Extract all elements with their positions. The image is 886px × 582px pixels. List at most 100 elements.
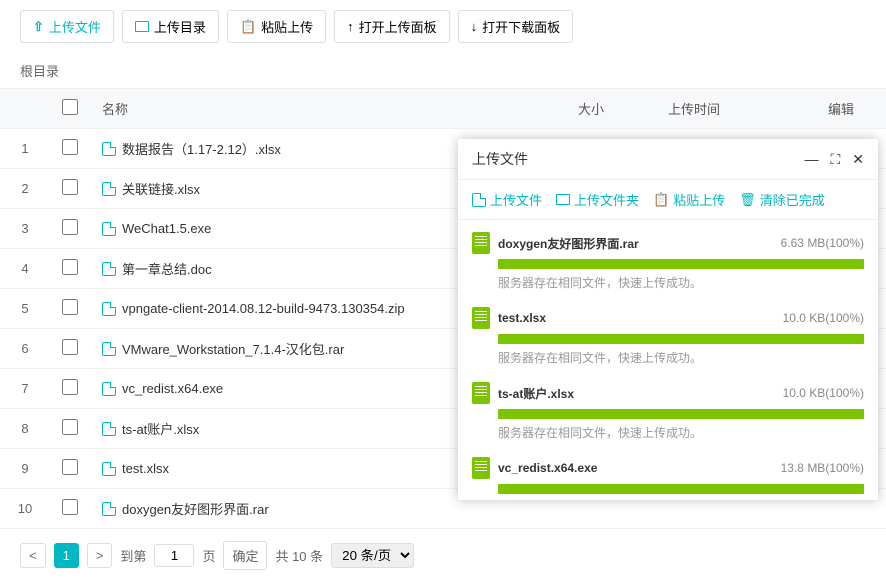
row-index: 1 <box>0 129 50 169</box>
next-page-button[interactable]: > <box>87 543 113 568</box>
upload-item: ts-at账户.xlsx 10.0 KB(100%) 服务器存在相同文件，快速上传… <box>472 374 864 449</box>
file-icon <box>102 462 116 476</box>
prev-page-button[interactable]: < <box>20 543 46 568</box>
upload-status-msg: 服务器存在相同文件，快速上传成功。 <box>498 274 864 291</box>
upload-item: test.xlsx 10.0 KB(100%) 服务器存在相同文件，快速上传成功。 <box>472 299 864 374</box>
progress-bar <box>498 334 864 344</box>
col-size[interactable]: 大小 <box>566 89 656 129</box>
page-unit-label: 页 <box>202 546 215 565</box>
row-checkbox[interactable] <box>62 219 78 235</box>
row-checkbox[interactable] <box>62 459 78 475</box>
file-name[interactable]: 第一章总结.doc <box>122 259 212 278</box>
upload-status-msg: 服务器存在相同文件，快速上传成功。 <box>498 424 864 441</box>
upload-file-size: 13.8 MB(100%) <box>781 461 864 475</box>
upload-file-size: 10.0 KB(100%) <box>783 311 864 325</box>
file-icon <box>102 302 116 316</box>
panel-upload-folder-button[interactable]: 上传文件夹 <box>556 190 639 209</box>
file-name[interactable]: doxygen友好图形界面.rar <box>122 499 269 518</box>
file-icon <box>102 182 116 196</box>
upload-file-size: 6.63 MB(100%) <box>781 236 864 250</box>
col-edit: 编辑 <box>816 89 886 129</box>
file-icon <box>102 142 116 156</box>
close-icon[interactable]: ✕ <box>852 151 864 168</box>
row-index: 3 <box>0 209 50 249</box>
row-checkbox[interactable] <box>62 139 78 155</box>
arrow-down-icon: ↓ <box>471 19 478 34</box>
row-checkbox[interactable] <box>62 259 78 275</box>
expand-icon[interactable]: ⛶ <box>830 151 840 168</box>
row-checkbox[interactable] <box>62 299 78 315</box>
document-icon <box>472 307 490 329</box>
row-index: 8 <box>0 409 50 449</box>
pagination: < 1 > 到第 页 确定 共 10 条 20 条/页 <box>0 529 886 582</box>
upload-file-button[interactable]: ⇧上传文件 <box>20 10 114 43</box>
arrow-up-icon: ↑ <box>347 19 354 34</box>
upload-file-name: ts-at账户.xlsx <box>498 385 775 402</box>
file-icon <box>102 502 116 516</box>
progress-bar <box>498 409 864 419</box>
upload-dir-button[interactable]: 上传目录 <box>122 10 219 43</box>
upload-file-name: vc_redist.x64.exe <box>498 461 773 475</box>
file-icon <box>102 262 116 276</box>
paste-upload-button[interactable]: 📋粘贴上传 <box>227 10 326 43</box>
file-name[interactable]: ts-at账户.xlsx <box>122 419 199 438</box>
goto-confirm-button[interactable]: 确定 <box>223 541 267 570</box>
row-index: 9 <box>0 449 50 489</box>
row-checkbox[interactable] <box>62 379 78 395</box>
upload-item: vc_redist.x64.exe13.8 MB(100%) 服务器存在相同文件… <box>472 449 864 500</box>
upload-status-msg: 服务器存在相同文件，快速上传成功。 <box>498 349 864 366</box>
file-name[interactable]: WeChat1.5.exe <box>122 221 211 236</box>
file-icon <box>102 382 116 396</box>
file-name[interactable]: VMware_Workstation_7.1.4-汉化包.rar <box>122 339 344 358</box>
trash-icon: 🗑 <box>739 192 756 208</box>
panel-upload-file-button[interactable]: 上传文件 <box>472 190 542 209</box>
folder-icon <box>556 194 570 205</box>
minimize-icon[interactable]: — <box>804 151 818 168</box>
upload-file-name: test.xlsx <box>498 311 775 325</box>
row-checkbox[interactable] <box>62 179 78 195</box>
goto-label: 到第 <box>120 546 146 565</box>
col-time[interactable]: 上传时间 <box>656 89 816 129</box>
panel-clear-button[interactable]: 🗑清除已完成 <box>739 190 825 209</box>
main-toolbar: ⇧上传文件 上传目录 📋粘贴上传 ↑打开上传面板 ↓打开下载面板 <box>0 0 886 53</box>
row-checkbox[interactable] <box>62 339 78 355</box>
document-icon <box>472 457 490 479</box>
upload-item: doxygen友好图形界面.rar 6.63 MB(100%) 服务器存在相同文件… <box>472 224 864 299</box>
total-label: 共 10 条 <box>275 546 323 565</box>
row-index: 7 <box>0 369 50 409</box>
select-all-checkbox[interactable] <box>62 99 78 115</box>
file-icon <box>102 222 116 236</box>
page-size-select[interactable]: 20 条/页 <box>331 543 414 568</box>
file-name[interactable]: test.xlsx <box>122 461 169 476</box>
row-index: 10 <box>0 489 50 529</box>
upload-panel-title: 上传文件 <box>472 149 528 169</box>
row-index: 4 <box>0 249 50 289</box>
folder-icon <box>135 21 149 32</box>
col-name[interactable]: 名称 <box>90 89 566 129</box>
row-checkbox[interactable] <box>62 419 78 435</box>
breadcrumb[interactable]: 根目录 <box>0 53 886 89</box>
goto-page-input[interactable] <box>154 544 194 567</box>
upload-icon: ⇧ <box>33 19 44 35</box>
open-upload-panel-button[interactable]: ↑打开上传面板 <box>334 10 450 43</box>
upload-file-size: 10.0 KB(100%) <box>783 386 864 400</box>
file-name[interactable]: 数据报告（1.17-2.12）.xlsx <box>122 139 281 158</box>
file-icon <box>102 422 116 436</box>
upload-file-name: doxygen友好图形界面.rar <box>498 235 773 252</box>
upload-panel: 上传文件 — ⛶ ✕ 上传文件 上传文件夹 📋粘贴上传 🗑清除已完成 doxyg… <box>458 139 878 500</box>
page-1-button[interactable]: 1 <box>54 543 79 568</box>
paste-icon: 📋 <box>653 192 669 208</box>
row-checkbox[interactable] <box>62 499 78 515</box>
progress-bar <box>498 484 864 494</box>
col-checkbox <box>50 89 90 129</box>
file-name[interactable]: vpngate-client-2014.08.12-build-9473.130… <box>122 301 405 316</box>
document-icon <box>472 382 490 404</box>
row-index: 6 <box>0 329 50 369</box>
file-icon <box>102 342 116 356</box>
open-download-panel-button[interactable]: ↓打开下载面板 <box>458 10 574 43</box>
panel-paste-button[interactable]: 📋粘贴上传 <box>653 190 725 209</box>
file-name[interactable]: 关联链接.xlsx <box>122 179 200 198</box>
file-name[interactable]: vc_redist.x64.exe <box>122 381 223 396</box>
paste-icon: 📋 <box>240 19 256 35</box>
row-index: 2 <box>0 169 50 209</box>
